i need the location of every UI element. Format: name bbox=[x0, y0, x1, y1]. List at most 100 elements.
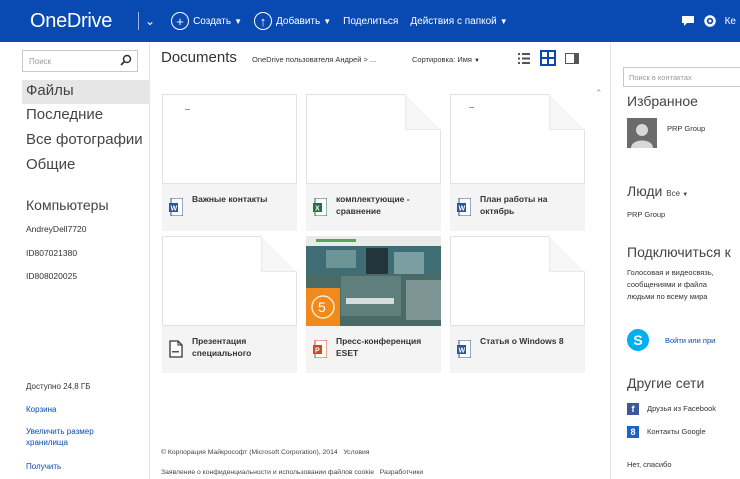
file-tile[interactable]: W План работы на октябрь bbox=[450, 94, 585, 231]
left-navigation: Поиск Файлы Последние Все фотографии Общ… bbox=[0, 42, 150, 479]
file-name: Пресс-конференция ESET bbox=[336, 336, 422, 358]
footer-links: Заявление о конфиденциальности и использ… bbox=[161, 469, 423, 476]
contacts-search-input[interactable]: Поиск в контактах bbox=[623, 67, 740, 87]
search-icon[interactable] bbox=[120, 54, 132, 68]
contacts-search-placeholder: Поиск в контактах bbox=[629, 73, 692, 82]
gear-icon[interactable] bbox=[703, 14, 717, 28]
app-title[interactable]: OneDrive bbox=[0, 10, 132, 33]
sort-label: Сортировка: Имя bbox=[412, 55, 472, 64]
chevron-down-icon: ▼ bbox=[234, 16, 242, 26]
powerpoint-file-icon: P bbox=[313, 340, 327, 358]
file-name: Презентация специального bbox=[192, 336, 252, 358]
other-networks-heading: Другие сети bbox=[627, 375, 705, 391]
scroll-up-chevron-icon[interactable]: ⌃ bbox=[595, 88, 603, 99]
file-caption: Презентация специального bbox=[162, 326, 297, 373]
computer-item[interactable]: ID808020025 bbox=[26, 271, 77, 281]
presentation-thumbnail-image: 5 bbox=[306, 236, 441, 326]
privacy-link[interactable]: Заявление о конфиденциальности и использ… bbox=[161, 469, 374, 476]
computer-item[interactable]: AndreyDell7720 bbox=[26, 224, 86, 234]
file-thumbnail bbox=[162, 94, 297, 184]
page-fold-icon bbox=[261, 236, 297, 272]
connect-text-line: людьми по всему мира bbox=[627, 292, 708, 301]
people-filter-label: Все bbox=[666, 189, 681, 198]
svg-text:W: W bbox=[171, 206, 178, 213]
svg-text:P: P bbox=[315, 348, 320, 355]
svg-text:W: W bbox=[459, 348, 466, 355]
page-fold-icon bbox=[549, 236, 585, 272]
breadcrumb-text: OneDrive пользователя Андрей > ... bbox=[252, 55, 377, 64]
account-name-truncated[interactable]: Ке bbox=[725, 16, 736, 27]
connect-text-line: сообщениями и файла bbox=[627, 280, 707, 289]
people-contact-name[interactable]: PRP Group bbox=[627, 210, 665, 219]
connect-heading: Подключиться к bbox=[627, 244, 731, 260]
file-name: План работы на октябрь bbox=[480, 194, 548, 216]
google-link[interactable]: Контакты Google bbox=[647, 427, 706, 436]
view-switcher bbox=[516, 50, 580, 66]
nav-item-files[interactable]: Файлы bbox=[26, 82, 74, 99]
people-filter-dropdown[interactable]: Все ▼ bbox=[666, 189, 688, 198]
file-tile[interactable]: W Важные контакты bbox=[162, 94, 297, 231]
file-tile[interactable]: Презентация специального bbox=[162, 236, 297, 373]
create-button[interactable]: + Создать ▼ bbox=[171, 12, 242, 30]
main-content: Documents OneDrive пользователя Андрей >… bbox=[150, 42, 610, 479]
file-caption: W Статья о Windows 8 bbox=[450, 326, 585, 373]
favorites-heading: Избранное bbox=[627, 93, 698, 109]
file-caption: W План работы на октябрь bbox=[450, 184, 585, 231]
people-title: Люди bbox=[627, 183, 663, 199]
nav-item-photos[interactable]: Все фотографии bbox=[26, 131, 143, 148]
search-input[interactable]: Поиск bbox=[22, 50, 138, 72]
facebook-icon: f bbox=[627, 403, 639, 415]
get-link[interactable]: Получить bbox=[26, 462, 61, 471]
breadcrumb[interactable]: OneDrive пользователя Андрей > ... bbox=[252, 55, 376, 64]
app-switcher-chevron-icon[interactable]: ⌄ bbox=[145, 14, 155, 28]
svg-text:X: X bbox=[315, 206, 320, 213]
add-button[interactable]: ↑ Добавить ▼ bbox=[254, 12, 331, 30]
skype-signin-link[interactable]: Войти или при bbox=[665, 336, 715, 345]
favorite-contact-name[interactable]: PRP Group bbox=[667, 124, 705, 133]
thumbnail-view-icon[interactable] bbox=[540, 50, 556, 66]
share-label: Поделиться bbox=[343, 15, 399, 27]
copyright-text: © Корпорация Майкрософт (Microsoft Corpo… bbox=[161, 449, 338, 456]
word-file-icon: W bbox=[457, 198, 471, 216]
avatar[interactable] bbox=[627, 118, 657, 148]
nav-item-shared[interactable]: Общие bbox=[26, 156, 75, 173]
developers-link[interactable]: Разработчики bbox=[380, 469, 423, 476]
file-tile[interactable]: X комплектующие - сравнение bbox=[306, 94, 441, 231]
svg-text:5: 5 bbox=[318, 299, 326, 315]
chevron-down-icon: ▼ bbox=[682, 192, 689, 198]
chevron-down-icon: ▼ bbox=[474, 58, 480, 64]
page-fold-icon bbox=[405, 94, 441, 130]
plus-icon: + bbox=[171, 12, 190, 30]
recycle-bin-link[interactable]: Корзина bbox=[26, 405, 56, 414]
details-pane-icon[interactable] bbox=[564, 50, 580, 66]
chat-icon[interactable] bbox=[681, 14, 695, 28]
top-bar: OneDrive ⌄ + Создать ▼ ↑ Добавить ▼ Поде… bbox=[0, 0, 740, 42]
file-caption: X комплектующие - сравнение bbox=[306, 184, 441, 231]
share-button[interactable]: Поделиться bbox=[343, 16, 398, 27]
nav-item-recent[interactable]: Последние bbox=[26, 106, 103, 123]
increase-storage-link[interactable]: Увеличить размер хранилища bbox=[26, 426, 126, 448]
terms-link[interactable]: Условия bbox=[343, 449, 369, 456]
file-name: Важные контакты bbox=[192, 194, 268, 204]
presentation-photo: 5 bbox=[306, 236, 441, 326]
people-pane: Поиск в контактах Избранное PRP Group Лю… bbox=[610, 42, 740, 479]
google-icon: 8 bbox=[627, 426, 639, 438]
folder-actions-button[interactable]: Действия с папкой ▼ bbox=[410, 16, 507, 27]
computers-heading: Компьютеры bbox=[26, 197, 109, 213]
computer-item[interactable]: ID807021380 bbox=[26, 248, 77, 258]
no-thanks-link[interactable]: Нет, спасибо bbox=[627, 460, 672, 469]
sort-dropdown[interactable]: Сортировка: Имя ▼ bbox=[412, 55, 480, 64]
list-view-icon[interactable] bbox=[516, 50, 532, 66]
skype-icon: S bbox=[627, 329, 649, 351]
file-tile[interactable]: W Статья о Windows 8 bbox=[450, 236, 585, 373]
file-tile[interactable]: 5 P Пресс-конференция ESET bbox=[306, 236, 441, 373]
top-right-area: Ке bbox=[681, 0, 740, 42]
connect-text-line: Голосовая и видеосвязь, bbox=[627, 268, 714, 277]
word-file-icon: W bbox=[169, 198, 183, 216]
page-fold-icon bbox=[549, 94, 585, 130]
file-name: комплектующие - сравнение bbox=[336, 194, 410, 216]
facebook-link[interactable]: Друзья из Facebook bbox=[647, 404, 716, 413]
upload-icon: ↑ bbox=[254, 12, 272, 30]
chevron-down-icon: ▼ bbox=[499, 16, 508, 26]
people-heading: Люди Все ▼ bbox=[627, 183, 688, 199]
